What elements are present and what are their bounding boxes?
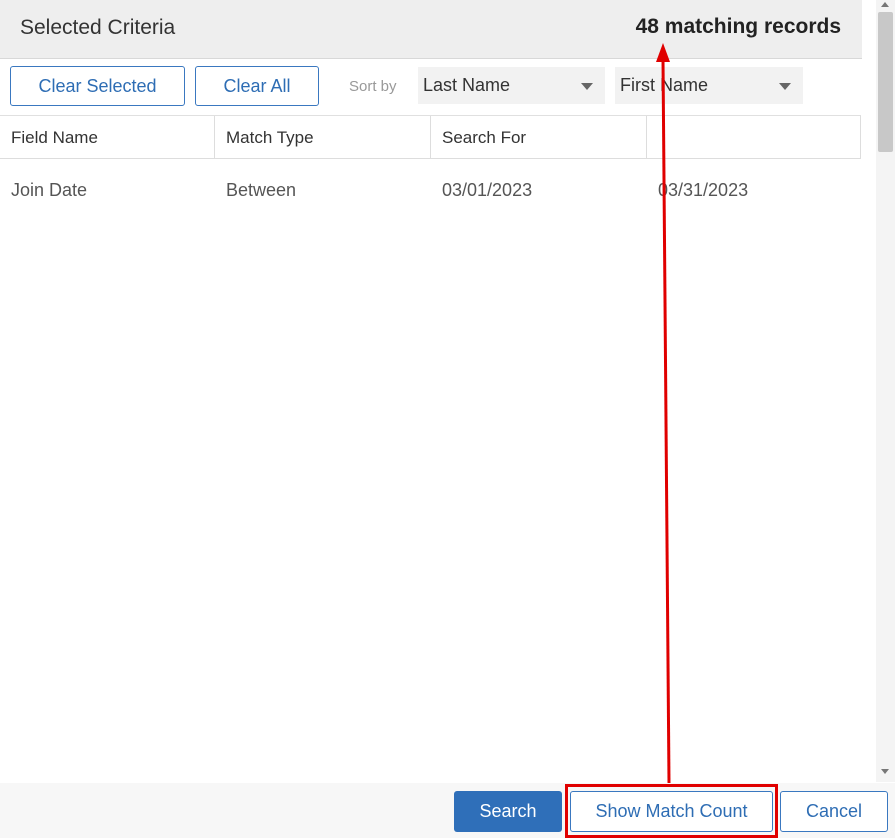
column-header-search-to bbox=[647, 116, 860, 159]
sort-primary-value: Last Name bbox=[423, 75, 511, 95]
column-header-search-for[interactable]: Search For bbox=[431, 116, 647, 159]
page-title: Selected Criteria bbox=[20, 16, 176, 39]
annotation-arrow-line bbox=[661, 59, 671, 784]
cell-search-from: 03/01/2023 bbox=[442, 180, 533, 200]
scroll-down-icon[interactable] bbox=[881, 769, 889, 774]
clear-selected-button[interactable]: Clear Selected bbox=[10, 66, 185, 106]
column-header-field-name[interactable]: Field Name bbox=[0, 116, 215, 159]
sort-by-label: Sort by bbox=[349, 78, 397, 95]
sort-secondary-value: First Name bbox=[620, 75, 709, 95]
clear-all-button[interactable]: Clear All bbox=[195, 66, 319, 106]
cell-field-name: Join Date bbox=[11, 180, 88, 200]
match-count-label: 48 matching records bbox=[635, 15, 841, 38]
column-header-match-type[interactable]: Match Type bbox=[215, 116, 431, 159]
annotation-highlight-box bbox=[565, 784, 778, 838]
criteria-table-header: Field Name Match Type Search For bbox=[0, 115, 861, 159]
vertical-scrollbar[interactable] bbox=[876, 0, 895, 782]
cell-match-type: Between bbox=[226, 180, 297, 200]
scroll-thumb[interactable] bbox=[878, 12, 893, 152]
chevron-down-icon bbox=[581, 83, 593, 90]
search-button[interactable]: Search bbox=[454, 791, 562, 832]
sort-primary-select[interactable]: Last Name bbox=[418, 67, 605, 104]
scroll-up-icon[interactable] bbox=[881, 2, 889, 7]
chevron-down-icon bbox=[779, 83, 791, 90]
cell-search-to: 03/31/2023 bbox=[658, 180, 749, 200]
cancel-button[interactable]: Cancel bbox=[780, 791, 888, 832]
criteria-header: Selected Criteria 48 matching records bbox=[0, 0, 862, 59]
sort-secondary-select[interactable]: First Name bbox=[615, 67, 803, 104]
